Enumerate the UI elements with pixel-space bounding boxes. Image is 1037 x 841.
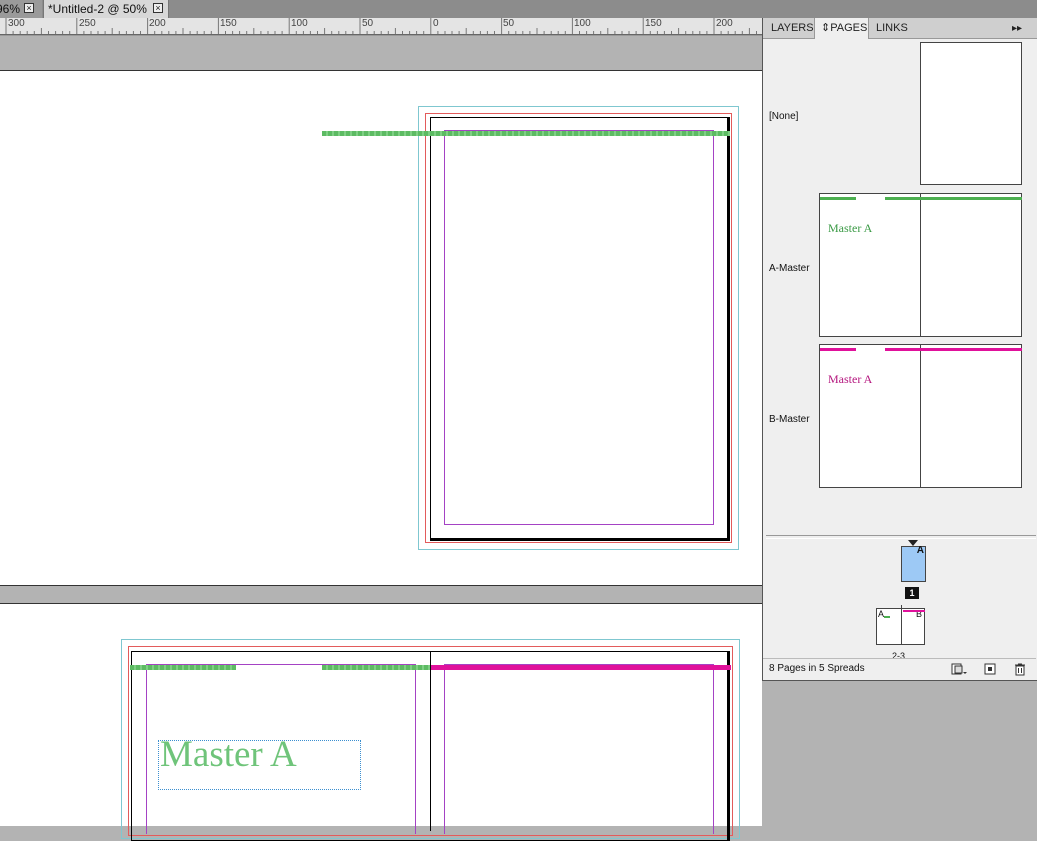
master-green-bar[interactable] xyxy=(130,665,236,670)
thumb-green-bar xyxy=(885,197,1022,200)
page-thumbnail-1[interactable]: A xyxy=(901,545,926,582)
panel-menu-icon[interactable]: ▸▸ xyxy=(1006,18,1028,38)
ruler-label: 0 xyxy=(433,18,439,29)
master-pink-bar[interactable] xyxy=(431,665,731,670)
document-tab-label: *Untitled-2 @ 50% xyxy=(48,2,147,16)
panel-tab-bar: LAYERS ⇕PAGES LINKS ▸▸ xyxy=(763,18,1037,39)
ruler-label: 100 xyxy=(291,18,308,29)
thumb-pink-bar xyxy=(820,348,856,351)
document-tab-bar: 96% × *Untitled-2 @ 50% × xyxy=(0,0,1037,19)
close-tab-icon[interactable]: × xyxy=(24,3,34,13)
page-master-prefix: A xyxy=(916,545,924,556)
master-label-a[interactable]: A-Master xyxy=(769,263,810,274)
master-label-b[interactable]: B-Master xyxy=(769,414,810,425)
document-tab-label: 96% xyxy=(0,2,21,16)
master-green-bar[interactable] xyxy=(322,131,730,136)
ruler-label: 50 xyxy=(362,18,374,29)
spread-label[interactable]: 2-3 xyxy=(892,651,905,661)
ruler-label: 100 xyxy=(574,18,591,29)
ruler-label: 50 xyxy=(503,18,515,29)
thumb-pink-bar xyxy=(903,610,925,612)
master-thumbnail-none[interactable] xyxy=(920,42,1022,185)
spread-thumbnail-2-3[interactable]: A B xyxy=(876,605,925,645)
ruler-label: 200 xyxy=(716,18,733,29)
spread-spine xyxy=(430,651,431,831)
margin-guide xyxy=(444,130,714,525)
close-tab-icon[interactable]: × xyxy=(153,3,163,13)
pasteboard[interactable] xyxy=(0,586,762,603)
new-page-icon[interactable] xyxy=(983,662,997,679)
tab-pages-label: PAGES xyxy=(830,22,868,34)
ruler-label: 200 xyxy=(149,18,166,29)
master-label-none[interactable]: [None] xyxy=(769,111,798,122)
trash-icon[interactable] xyxy=(1013,662,1027,679)
ruler-label: 300 xyxy=(8,18,25,29)
ruler-label: 250 xyxy=(79,18,96,29)
spread-spine xyxy=(901,605,902,645)
ruler-label: 150 xyxy=(645,18,662,29)
tab-pages[interactable]: ⇕PAGES xyxy=(814,18,869,39)
master-thumbnail-b[interactable]: Master A xyxy=(819,344,1022,488)
horizontal-ruler[interactable]: 300 250 200 150 100 50 0 50 100 150 200 xyxy=(0,18,762,36)
master-text[interactable]: Master A xyxy=(160,733,297,776)
tab-layers[interactable]: LAYERS xyxy=(765,18,820,38)
pages-panel: LAYERS ⇕PAGES LINKS ▸▸ [None] A-Master M… xyxy=(762,18,1037,681)
spread-spine xyxy=(920,345,921,487)
spread-spine xyxy=(920,194,921,336)
panel-divider[interactable] xyxy=(766,535,1036,539)
thumb-master-text: Master A xyxy=(828,372,873,386)
master-green-bar[interactable] xyxy=(322,665,430,670)
page-number-badge[interactable]: 1 xyxy=(905,587,919,599)
document-tab-1[interactable]: 96% × xyxy=(0,0,42,18)
updown-arrows-icon: ⇕ xyxy=(821,22,831,34)
master-thumbnail-a[interactable]: Master A xyxy=(819,193,1022,337)
document-tab-2[interactable]: *Untitled-2 @ 50% × xyxy=(43,0,169,18)
page-size-icon[interactable] xyxy=(951,662,967,679)
pages-status-text: 8 Pages in 5 Spreads xyxy=(769,663,865,674)
panel-footer-divider xyxy=(763,658,1036,659)
ruler-label: 150 xyxy=(220,18,237,29)
tab-links[interactable]: LINKS xyxy=(870,18,914,38)
thumb-green-bar xyxy=(884,616,890,618)
pasteboard[interactable] xyxy=(0,36,762,70)
thumb-pink-bar xyxy=(885,348,1022,351)
margin-guide xyxy=(444,664,714,834)
thumb-green-bar xyxy=(820,197,856,200)
thumb-master-text: Master A xyxy=(828,221,873,235)
